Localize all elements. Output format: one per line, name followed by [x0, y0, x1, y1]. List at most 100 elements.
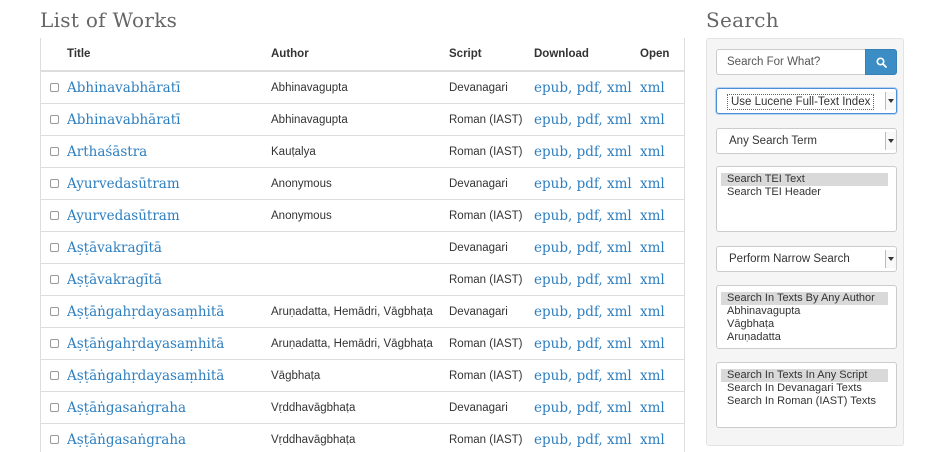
row-checkbox[interactable] — [50, 274, 59, 284]
download-cell: epub, pdf, xml — [534, 199, 640, 232]
open-xml-link[interactable]: xml — [640, 272, 665, 288]
open-xml-link[interactable]: xml — [640, 208, 665, 224]
scripts-listbox[interactable]: Search In Texts In Any Script Search In D… — [716, 362, 897, 428]
separator: , — [567, 207, 577, 224]
row-checkbox-cell — [41, 327, 67, 360]
author-option[interactable]: Vāgbhaṭa — [717, 318, 888, 331]
epub-download-link[interactable]: epub — [534, 240, 568, 256]
work-title-link[interactable]: Aṣṭāṅgahṛdayasaṃhitā — [67, 304, 224, 320]
pdf-download-link[interactable]: pdf — [577, 336, 599, 352]
script-column-header[interactable]: Script — [449, 38, 534, 72]
author-option[interactable]: Abhinavagupta — [717, 305, 888, 318]
epub-download-link[interactable]: epub — [534, 208, 568, 224]
work-title-link[interactable]: Aṣṭāṅgahṛdayasaṃhitā — [67, 368, 224, 384]
xml-download-link[interactable]: xml — [607, 80, 632, 96]
pdf-download-link[interactable]: pdf — [577, 432, 599, 448]
script-option[interactable]: Search In Texts In Any Script — [721, 369, 888, 382]
epub-download-link[interactable]: epub — [534, 80, 568, 96]
epub-download-link[interactable]: epub — [534, 400, 568, 416]
open-xml-link[interactable]: xml — [640, 80, 665, 96]
xml-download-link[interactable]: xml — [607, 144, 632, 160]
row-checkbox[interactable] — [50, 82, 59, 92]
open-xml-link[interactable]: xml — [640, 304, 665, 320]
epub-download-link[interactable]: epub — [534, 144, 568, 160]
xml-download-link[interactable]: xml — [607, 272, 632, 288]
work-title-link[interactable]: Ayurvedasūtram — [67, 176, 180, 192]
search-fields-listbox[interactable]: Search TEI Text Search TEI Header — [716, 166, 897, 232]
row-checkbox-cell — [41, 135, 67, 168]
open-xml-link[interactable]: xml — [640, 432, 665, 448]
search-icon — [875, 56, 887, 68]
authors-listbox[interactable]: Search In Texts By Any Author Abhinavagup… — [716, 285, 897, 349]
open-xml-link[interactable]: xml — [640, 336, 665, 352]
row-checkbox[interactable] — [50, 114, 59, 124]
index-select[interactable]: Use Lucene Full-Text Index — [716, 88, 897, 114]
pdf-download-link[interactable]: pdf — [577, 400, 599, 416]
row-checkbox[interactable] — [50, 242, 59, 252]
xml-download-link[interactable]: xml — [607, 400, 632, 416]
open-xml-link[interactable]: xml — [640, 176, 665, 192]
work-title-link[interactable]: Arthaśāstra — [67, 144, 147, 160]
pdf-download-link[interactable]: pdf — [577, 368, 599, 384]
row-checkbox[interactable] — [50, 338, 59, 348]
pdf-download-link[interactable]: pdf — [577, 112, 599, 128]
author-cell: Anonymous — [271, 167, 449, 200]
download-cell: epub, pdf, xml — [534, 167, 640, 200]
epub-download-link[interactable]: epub — [534, 432, 568, 448]
row-checkbox[interactable] — [50, 178, 59, 188]
work-title-link[interactable]: Abhinavabhāratī — [67, 80, 180, 96]
open-xml-link[interactable]: xml — [640, 240, 665, 256]
row-checkbox[interactable] — [50, 210, 59, 220]
work-title-link[interactable]: Aṣṭāṅgahṛdayasaṃhitā — [67, 336, 224, 352]
work-title-link[interactable]: Aṣṭāṅgasaṅgraha — [67, 432, 186, 448]
xml-download-link[interactable]: xml — [607, 112, 632, 128]
xml-download-link[interactable]: xml — [607, 208, 632, 224]
pdf-download-link[interactable]: pdf — [577, 208, 599, 224]
author-option[interactable]: Search In Texts By Any Author — [721, 292, 888, 305]
xml-download-link[interactable]: xml — [607, 368, 632, 384]
search-button[interactable] — [865, 49, 897, 75]
pdf-download-link[interactable]: pdf — [577, 304, 599, 320]
xml-download-link[interactable]: xml — [607, 336, 632, 352]
epub-download-link[interactable]: epub — [534, 272, 568, 288]
epub-download-link[interactable]: epub — [534, 304, 568, 320]
work-title-link[interactable]: Abhinavabhāratī — [67, 112, 180, 128]
work-title-link[interactable]: Aṣṭāvakragītā — [67, 240, 162, 256]
xml-download-link[interactable]: xml — [607, 432, 632, 448]
search-term-select[interactable]: Any Search Term — [716, 128, 897, 154]
open-xml-link[interactable]: xml — [640, 112, 665, 128]
epub-download-link[interactable]: epub — [534, 336, 568, 352]
row-checkbox[interactable] — [50, 306, 59, 316]
pdf-download-link[interactable]: pdf — [577, 272, 599, 288]
work-title-link[interactable]: Aṣṭāṅgasaṅgraha — [67, 400, 186, 416]
search-input[interactable] — [716, 49, 865, 75]
open-xml-link[interactable]: xml — [640, 144, 665, 160]
pdf-download-link[interactable]: pdf — [577, 240, 599, 256]
epub-download-link[interactable]: epub — [534, 176, 568, 192]
pdf-download-link[interactable]: pdf — [577, 144, 599, 160]
open-xml-link[interactable]: xml — [640, 368, 665, 384]
script-option[interactable]: Search In Devanagari Texts — [717, 382, 888, 395]
open-xml-link[interactable]: xml — [640, 400, 665, 416]
author-option[interactable]: Aruṇadatta — [717, 331, 888, 344]
row-checkbox[interactable] — [50, 146, 59, 156]
author-column-header[interactable]: Author — [271, 38, 449, 72]
xml-download-link[interactable]: xml — [607, 176, 632, 192]
narrow-search-select[interactable]: Perform Narrow Search — [716, 246, 897, 272]
row-checkbox[interactable] — [50, 370, 59, 380]
row-checkbox[interactable] — [50, 434, 59, 444]
xml-download-link[interactable]: xml — [607, 240, 632, 256]
pdf-download-link[interactable]: pdf — [577, 176, 599, 192]
xml-download-link[interactable]: xml — [607, 304, 632, 320]
epub-download-link[interactable]: epub — [534, 112, 568, 128]
work-title-link[interactable]: Aṣṭāvakragītā — [67, 272, 162, 288]
row-checkbox[interactable] — [50, 402, 59, 412]
search-field-option[interactable]: Search TEI Text — [721, 173, 888, 186]
work-title-link[interactable]: Ayurvedasūtram — [67, 208, 180, 224]
title-column-header[interactable]: Title — [67, 38, 271, 72]
epub-download-link[interactable]: epub — [534, 368, 568, 384]
pdf-download-link[interactable]: pdf — [577, 80, 599, 96]
search-field-option[interactable]: Search TEI Header — [717, 186, 888, 199]
title-cell: Aṣṭāvakragītā — [67, 263, 271, 296]
script-option[interactable]: Search In Roman (IAST) Texts — [717, 395, 888, 408]
